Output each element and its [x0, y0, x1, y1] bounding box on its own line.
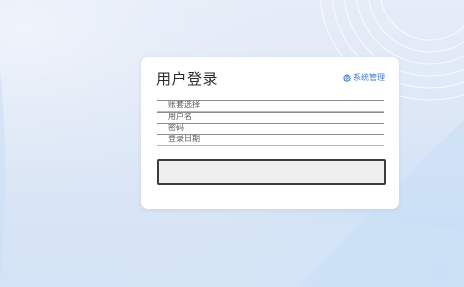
field-divider: [157, 134, 384, 135]
login-card: 用户登录 系统管理 账套选择 用户名 密码 登录日期: [141, 57, 399, 209]
login-button[interactable]: [157, 159, 386, 185]
gear-icon: [343, 74, 351, 82]
account-set-label: 账套选择: [168, 100, 200, 109]
field-divider: [157, 112, 384, 113]
login-screen: 用户登录 系统管理 账套选择 用户名 密码 登录日期: [0, 0, 464, 287]
page-title: 用户登录: [156, 70, 219, 88]
login-date-label: 登录日期: [168, 134, 200, 143]
password-label: 密码: [168, 123, 184, 132]
field-divider: [157, 123, 384, 124]
login-date-field[interactable]: 登录日期: [157, 134, 384, 146]
system-management-link[interactable]: 系统管理: [343, 73, 385, 83]
account-set-select[interactable]: 账套选择: [157, 100, 384, 112]
username-label: 用户名: [168, 112, 192, 121]
field-divider: [157, 100, 384, 101]
system-management-label: 系统管理: [353, 73, 385, 82]
